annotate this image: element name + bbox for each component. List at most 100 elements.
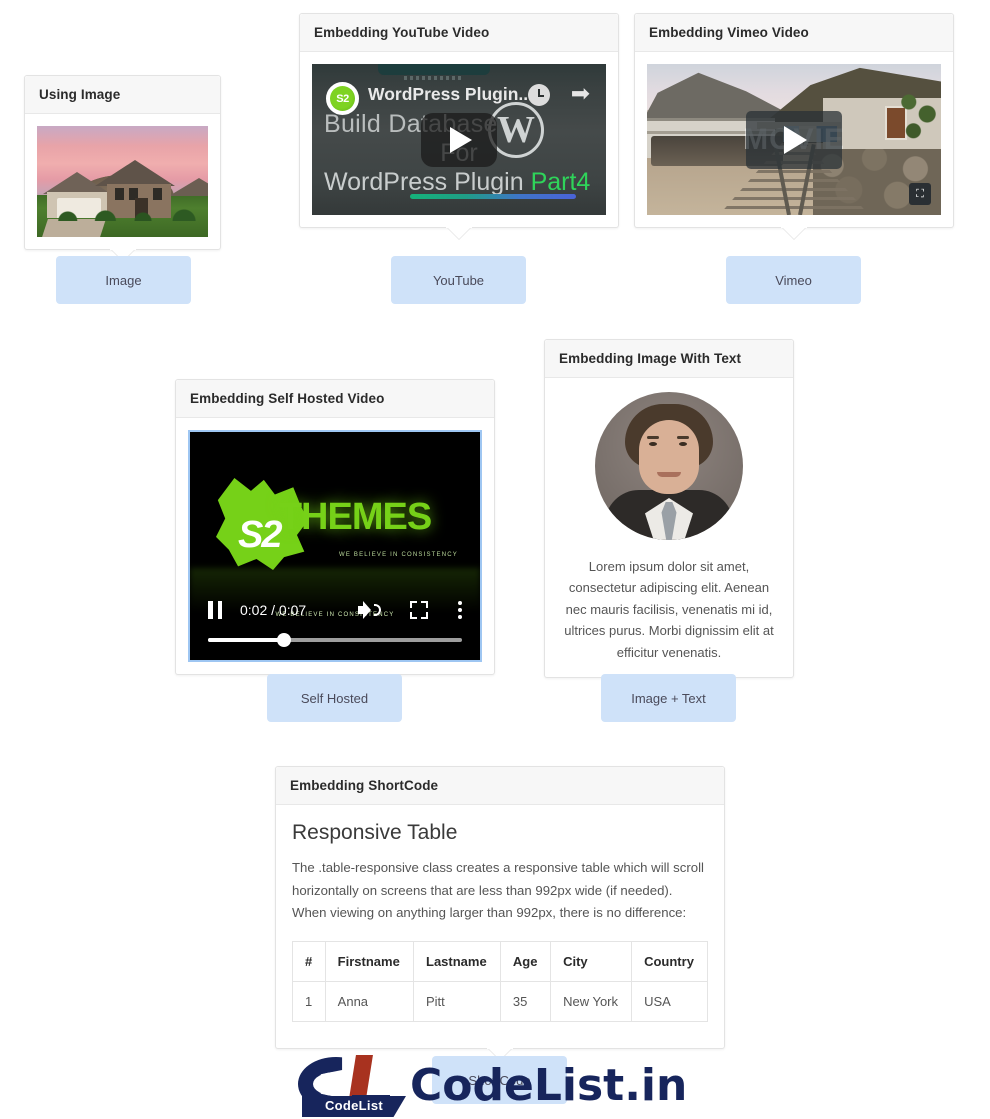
avatar-eye-shape [649, 442, 657, 446]
pause-icon[interactable] [208, 601, 222, 619]
pill-image[interactable]: Image [56, 256, 191, 304]
foliage-shape [895, 84, 941, 144]
table-header-cell: Firstname [324, 941, 415, 983]
card-body-vimeo: MOVIE ⛶ [635, 52, 953, 227]
table-header-cell: Lastname [413, 941, 501, 983]
fullscreen-icon[interactable]: ⛶ [909, 183, 931, 205]
avatar-eye-shape [679, 442, 687, 446]
youtube-top-banner [378, 64, 490, 75]
logo-l-stroke-shape [348, 1055, 373, 1105]
bushes-shape [37, 209, 208, 221]
play-icon[interactable] [421, 112, 497, 167]
card-vimeo: Embedding Vimeo Video MOVIE [634, 13, 954, 239]
self-hosted-video-player[interactable]: S2 THEMES WE BELIEVE IN CONSISTENCY WE B… [188, 430, 482, 662]
card-title-shortcode: Embedding ShortCode [276, 767, 724, 805]
logo-c-shape [298, 1057, 343, 1111]
pill-image-text[interactable]: Image + Text [601, 674, 736, 722]
card-self-hosted: Embedding Self Hosted Video S2 THEMES WE… [175, 379, 495, 686]
roof-right-shape [169, 178, 208, 196]
card-body-image-with-text: Lorem ipsum dolor sit amet, consectetur … [545, 392, 793, 677]
card-shortcode: Embedding ShortCode Responsive Table The… [275, 766, 725, 1061]
window-shape [115, 188, 124, 200]
clock-icon[interactable] [528, 84, 550, 106]
card-image-with-text: Embedding Image With Text Lorem ipsum do… [544, 339, 794, 690]
table-cell: New York [550, 981, 633, 1023]
card-notch-cover [781, 225, 807, 228]
avatar-brow-shape [647, 436, 659, 439]
youtube-decor-bar [410, 194, 576, 199]
table-head: # Firstname Lastname Age City Country [292, 941, 708, 983]
table-header-cell: City [550, 941, 633, 983]
logo-l-foot-shape [352, 1095, 390, 1110]
pill-shortcode[interactable]: ShortCode [432, 1056, 567, 1104]
channel-badge-label: S2 [336, 92, 349, 105]
logo-banner-label: CodeList [302, 1096, 406, 1117]
youtube-overlay-part-label: Part4 [530, 168, 591, 196]
table-cell: Anna [324, 981, 415, 1023]
codelist-logo-mark: CodeList [296, 1055, 408, 1117]
player-controls-row: 0:02 / 0:07 [190, 588, 480, 632]
pill-vimeo[interactable]: Vimeo [726, 256, 861, 304]
logo-tagline-top: WE BELIEVE IN CONSISTENCY [338, 552, 458, 558]
table-header-cell: # [292, 941, 326, 983]
progress-fill [208, 638, 285, 642]
volume-icon[interactable] [358, 601, 381, 619]
card-title-vimeo: Embedding Vimeo Video [635, 14, 953, 52]
window-shape [153, 188, 162, 200]
fullscreen-icon[interactable] [410, 601, 428, 619]
card-notch [447, 227, 471, 239]
table-cell: USA [631, 981, 708, 1023]
player-controls: 0:02 / 0:07 [190, 588, 480, 660]
card-title-youtube: Embedding YouTube Video [300, 14, 618, 52]
table-header-row: # Firstname Lastname Age City Country [292, 941, 708, 983]
youtube-overlay-line-3: WordPress Plugin Part4 [324, 168, 590, 197]
table-body: 1 Anna Pitt 35 New York USA [292, 981, 708, 1023]
table-header-cell: Country [631, 941, 708, 983]
s2themes-logo: S2 THEMES WE BELIEVE IN CONSISTENCY WE B… [190, 478, 480, 618]
more-options-icon[interactable] [458, 601, 462, 619]
pill-youtube[interactable]: YouTube [391, 256, 526, 304]
vimeo-thumbnail[interactable]: MOVIE ⛶ [647, 64, 941, 215]
card-body-self-hosted: S2 THEMES WE BELIEVE IN CONSISTENCY WE B… [176, 418, 494, 674]
card-body-youtube: S2 WordPress Plugin... ➡ W Build Databas… [300, 52, 618, 227]
responsive-table: # Firstname Lastname Age City Country 1 Anna Pi… [292, 941, 708, 1023]
house-photo [37, 126, 208, 237]
card-notch-cover [487, 1046, 513, 1050]
logo-wordmark: THEMES [278, 496, 432, 538]
card-body-using-image [25, 114, 220, 249]
play-icon[interactable] [746, 110, 842, 169]
card-notch-cover [109, 247, 136, 250]
progress-scrubber[interactable] [208, 633, 462, 647]
roof-center-shape [95, 160, 175, 186]
youtube-thumbnail[interactable]: S2 WordPress Plugin... ➡ W Build Databas… [312, 64, 606, 215]
page-stage: Using Image Image Embedding YouTube Vide… [0, 0, 990, 1119]
card-youtube: Embedding YouTube Video S2 WordPress Plu… [299, 13, 619, 239]
table-cell: 35 [499, 981, 552, 1023]
progress-knob[interactable] [277, 633, 292, 647]
pill-self-hosted[interactable]: Self Hosted [267, 674, 402, 722]
table-cell: Pitt [413, 981, 501, 1023]
card-title-image-with-text: Embedding Image With Text [545, 340, 793, 378]
logo-badge-label: S2 [238, 514, 283, 556]
card-title-self-hosted: Embedding Self Hosted Video [176, 380, 494, 418]
table-cell: 1 [292, 981, 326, 1023]
card-notch-cover [446, 225, 472, 228]
image-text-paragraph: Lorem ipsum dolor sit amet, consectetur … [564, 559, 774, 660]
card-notch [782, 227, 806, 239]
card-using-image: Using Image [24, 75, 221, 261]
shortcode-heading: Responsive Table [292, 821, 458, 844]
avatar-mouth-shape [657, 472, 681, 477]
card-body-shortcode: Responsive Table The .table-responsive c… [276, 805, 724, 1048]
player-time-display: 0:02 / 0:07 [240, 602, 307, 618]
driveway-shape [42, 219, 106, 237]
table-header-cell: Age [499, 941, 552, 983]
youtube-dots-decor [404, 76, 464, 80]
card-title-using-image: Using Image [25, 76, 220, 114]
table-row: 1 Anna Pitt 35 New York USA [292, 981, 708, 1023]
avatar-brow-shape [677, 436, 689, 439]
avatar [595, 392, 743, 540]
shortcode-paragraph: The .table-responsive class creates a re… [292, 860, 704, 921]
youtube-overlay-line-3-text: WordPress Plugin [324, 168, 524, 196]
avatar-face-shape [639, 420, 699, 494]
share-icon[interactable]: ➡ [571, 82, 590, 105]
